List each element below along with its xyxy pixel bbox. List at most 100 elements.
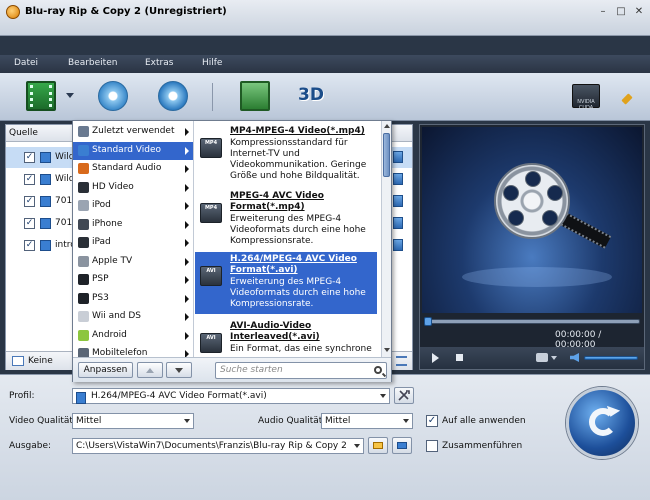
category-icon (78, 144, 89, 156)
profile-value: H.264/MPEG-4 AVC Video Format(*.avi) (91, 391, 267, 401)
category-item[interactable]: HD Video (73, 179, 193, 197)
chevron-right-icon (185, 220, 189, 229)
profile-settings-button[interactable] (394, 387, 414, 404)
list-view-icon[interactable] (396, 356, 407, 366)
menu-hilfe[interactable]: Hilfe (202, 58, 222, 68)
maximize-button[interactable]: □ (614, 6, 628, 18)
category-item[interactable]: iPad (73, 234, 193, 252)
category-item[interactable]: PSP (73, 271, 193, 289)
format-title: H.264/MPEG-4 AVC Video Format(*.avi) (230, 254, 357, 275)
scroll-up-icon[interactable] (384, 124, 390, 128)
category-item[interactable]: Zuletzt verwendet (73, 123, 193, 141)
category-label: Standard Video (92, 144, 162, 155)
category-item[interactable]: Mobiltelefon (73, 345, 193, 357)
volume-icon[interactable] (570, 353, 579, 362)
reel-reflection (462, 267, 612, 287)
file-name: 701 (55, 196, 73, 206)
video-quality-select[interactable]: Mittel (72, 413, 194, 429)
format-description: Ein Format, das eine synchrone (230, 344, 372, 354)
chevron-right-icon (185, 239, 189, 247)
scroll-down-icon[interactable] (384, 348, 390, 352)
load-bluray-icon[interactable] (158, 81, 188, 111)
snapshot-dropdown-icon[interactable] (551, 356, 557, 360)
volume-slider[interactable] (584, 356, 638, 360)
menu-datei[interactable]: Datei (14, 58, 38, 68)
row-checkbox[interactable]: ✓ (24, 152, 35, 163)
category-label: PSP (92, 274, 109, 284)
add-video-dropdown-icon[interactable] (66, 93, 74, 98)
audio-quality-value: Mittel (325, 416, 351, 426)
output-format-icon[interactable] (393, 217, 403, 229)
category-item[interactable]: iPod (73, 197, 193, 215)
row-checkbox[interactable]: ✓ (24, 174, 35, 185)
category-icon (78, 181, 89, 193)
minimize-button[interactable]: – (596, 6, 610, 18)
profile-select[interactable]: H.264/MPEG-4 AVC Video Format(*.avi) (72, 388, 390, 404)
format-search-input[interactable]: Suche starten (215, 362, 387, 379)
format-scrollbar[interactable] (381, 121, 391, 357)
category-item[interactable]: Android (73, 327, 193, 345)
format-description: Erweiterung des MPEG-4 Videoformats durc… (230, 214, 366, 246)
move-up-button[interactable] (137, 362, 163, 378)
add-video-icon[interactable] (26, 81, 56, 111)
apply-all-checkbox[interactable]: ✓ (426, 415, 438, 427)
output-format-icon[interactable] (393, 239, 403, 251)
menu-bearbeiten[interactable]: Bearbeiten (68, 58, 117, 68)
subtitle-icon (12, 356, 24, 366)
search-icon[interactable] (374, 366, 382, 374)
format-item[interactable]: MP4 MP4-MPEG-4 Video(*.mp4) Kompressionsst… (195, 124, 377, 186)
video-file-icon (40, 218, 51, 229)
play-icon[interactable] (432, 353, 439, 363)
category-item[interactable]: PS3 (73, 290, 193, 308)
output-format-icon[interactable] (393, 173, 403, 185)
preview-panel: 00:00:00 / 00:00:00 (419, 124, 645, 370)
row-checkbox[interactable]: ✓ (24, 240, 35, 251)
three-d-button[interactable]: 3D (298, 85, 324, 105)
window-title: Blu-ray Rip & Copy 2 (Unregistriert) (25, 6, 227, 17)
category-item[interactable]: Standard Video (73, 141, 193, 160)
scroll-thumb[interactable] (383, 133, 390, 177)
film-reel-icon (494, 163, 570, 239)
convert-button[interactable] (566, 387, 638, 459)
output-format-icon[interactable] (393, 195, 403, 207)
snapshot-icon[interactable] (536, 353, 548, 362)
close-button[interactable]: ✕ (632, 6, 646, 18)
category-list: Zuletzt verwendet Standard Video Standard … (73, 121, 194, 357)
move-down-button[interactable] (166, 362, 192, 378)
chevron-right-icon (185, 202, 189, 210)
row-checkbox[interactable]: ✓ (24, 218, 35, 229)
open-folder-button[interactable] (392, 437, 412, 454)
output-format-icon[interactable] (393, 151, 403, 163)
category-item[interactable]: Apple TV (73, 253, 193, 271)
category-item[interactable]: Standard Audio (73, 160, 193, 178)
menu-bar: Datei Bearbeiten Extras Hilfe (0, 55, 650, 73)
format-list: MP4 MP4-MPEG-4 Video(*.mp4) Kompressionsst… (195, 121, 381, 357)
playback-controls (420, 347, 644, 369)
column-source[interactable]: Quelle (9, 128, 38, 138)
subtitle-value[interactable]: Keine (28, 356, 53, 366)
seek-handle[interactable] (424, 317, 432, 326)
format-item[interactable]: AVI H.264/MPEG-4 AVC Video Format(*.avi) E… (195, 252, 377, 314)
audio-quality-select[interactable]: Mittel (321, 413, 413, 429)
format-item[interactable]: MP4 MPEG-4 AVC Video Format(*.mp4) Erweite… (195, 189, 377, 249)
chevron-right-icon (185, 350, 189, 357)
merge-checkbox[interactable] (426, 440, 438, 452)
stop-icon[interactable] (456, 354, 463, 361)
audio-quality-label: Audio Qualität: (258, 416, 326, 426)
category-item[interactable]: Wii and DS (73, 308, 193, 326)
output-path-field[interactable]: C:\Users\VistaWin7\Documents\Franzis\Blu… (72, 438, 364, 454)
format-title: AVI-Audio-Video Interleaved(*.avi) (230, 321, 320, 342)
customize-button[interactable]: Anpassen (78, 362, 133, 378)
edit-video-icon[interactable] (240, 81, 270, 111)
seek-bar[interactable] (424, 319, 640, 324)
browse-folder-button[interactable] (368, 437, 388, 454)
load-disc-icon[interactable] (98, 81, 128, 111)
video-quality-value: Mittel (76, 416, 102, 426)
chevron-right-icon (185, 128, 189, 136)
format-item[interactable]: AVI AVI-Audio-Video Interleaved(*.avi) Ein… (195, 319, 377, 357)
category-item[interactable]: iPhone (73, 216, 193, 234)
menu-extras[interactable]: Extras (145, 58, 173, 68)
category-label: iPhone (92, 218, 123, 229)
row-checkbox[interactable]: ✓ (24, 196, 35, 207)
chevron-right-icon (185, 294, 189, 303)
